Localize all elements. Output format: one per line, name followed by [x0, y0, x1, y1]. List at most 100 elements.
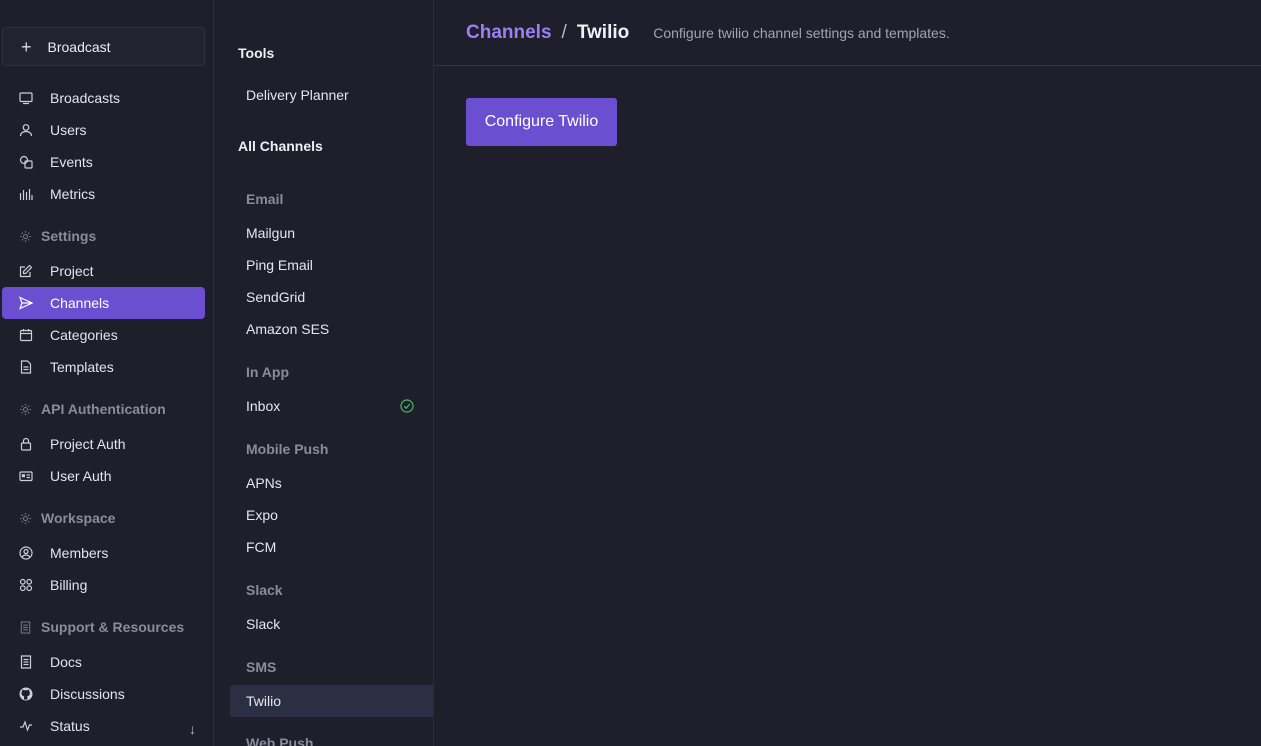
document-icon — [19, 620, 32, 634]
page-description: Configure twilio channel settings and te… — [653, 24, 950, 41]
bar-chart-icon — [19, 187, 33, 201]
sidebar-item-label: Members — [50, 545, 109, 561]
gear-icon — [19, 230, 32, 243]
sidebar-item-label: Discussions — [50, 686, 125, 702]
lock-icon — [19, 437, 33, 451]
scroll-down-icon[interactable]: ↓ — [189, 721, 196, 737]
section-label: API Authentication — [41, 401, 166, 417]
sidebar-item-label: Docs — [50, 654, 82, 670]
sidebar-item-user-auth[interactable]: User Auth — [2, 460, 205, 492]
plus-icon: + — [21, 36, 32, 57]
events-icon — [19, 155, 33, 169]
circles-grid-icon — [19, 578, 33, 592]
send-icon — [19, 296, 33, 310]
group-mobile-push: Mobile Push — [246, 441, 329, 457]
subnav-item-expo[interactable]: Expo — [230, 499, 433, 531]
group-email: Email — [246, 191, 284, 207]
section-label: Settings — [41, 228, 97, 244]
sidebar-item-label: Metrics — [50, 186, 96, 202]
group-in-app: In App — [246, 364, 290, 380]
breadcrumb-separator: / — [561, 21, 567, 43]
subnav-item-mailgun[interactable]: Mailgun — [230, 217, 433, 249]
sidebar-item-label: Templates — [50, 359, 114, 375]
sidebar-item-label: Users — [50, 122, 87, 138]
sidebar-item-label: Channels — [50, 295, 110, 311]
subnav-item-slack[interactable]: Slack — [230, 608, 433, 640]
sidebar-item-status[interactable]: Status — [2, 710, 205, 742]
section-label: Support & Resources — [41, 619, 185, 635]
sidebar-item-billing[interactable]: Billing — [2, 569, 205, 601]
tools-heading: Tools — [238, 45, 275, 61]
app-window: + Broadcast Broadcasts Users Events Metr… — [0, 0, 1261, 746]
docs-icon — [19, 655, 33, 669]
subnav-item-sendgrid[interactable]: SendGrid — [230, 281, 433, 313]
subnav-item-fcm[interactable]: FCM — [230, 531, 433, 563]
sidebar-item-events[interactable]: Events — [2, 146, 205, 178]
new-broadcast-label: Broadcast — [47, 38, 111, 55]
main-content: Channels / Twilio Configure twilio chann… — [434, 0, 1261, 746]
section-label: Workspace — [41, 510, 116, 526]
user-circle-icon — [19, 546, 33, 560]
section-settings: Settings — [2, 220, 205, 252]
subnav-item-label: Amazon SES — [246, 321, 330, 337]
sidebar-item-project-auth[interactable]: Project Auth — [2, 428, 205, 460]
configure-twilio-button[interactable]: Configure Twilio — [466, 98, 617, 146]
page-title: Twilio — [576, 21, 630, 43]
subnav-item-amazon-ses[interactable]: Amazon SES — [230, 313, 433, 345]
sidebar-item-categories[interactable]: Categories — [2, 319, 205, 351]
id-card-icon — [19, 469, 33, 483]
check-circle-icon — [400, 399, 414, 413]
document-icon — [19, 360, 33, 374]
subnav-item-inbox[interactable]: Inbox — [230, 390, 433, 422]
subnav-item-label: Expo — [246, 507, 278, 523]
section-workspace: Workspace — [2, 502, 205, 534]
subnav-item-apns[interactable]: APNs — [230, 467, 433, 499]
subnav-item-label: Slack — [246, 616, 281, 632]
group-sms: SMS — [246, 659, 277, 675]
primary-sidebar: + Broadcast Broadcasts Users Events Metr… — [0, 0, 214, 746]
calendar-icon — [19, 328, 33, 342]
subnav-item-label: APNs — [246, 475, 282, 491]
channels-subnav: Tools Delivery Planner All Channels Emai… — [214, 0, 434, 746]
sidebar-item-channels[interactable]: Channels — [2, 287, 205, 319]
all-channels-heading: All Channels — [238, 138, 323, 154]
sidebar-item-members[interactable]: Members — [2, 537, 205, 569]
sidebar-item-label: Categories — [50, 327, 118, 343]
subnav-item-twilio[interactable]: Twilio — [230, 685, 433, 717]
activity-icon — [19, 719, 33, 733]
sidebar-item-label: User Auth — [50, 468, 112, 484]
sidebar-item-broadcasts[interactable]: Broadcasts — [2, 82, 205, 114]
sidebar-item-project[interactable]: Project — [2, 255, 205, 287]
subnav-item-label: FCM — [246, 539, 277, 555]
sidebar-item-label: Status — [50, 718, 90, 734]
sidebar-item-docs[interactable]: Docs — [2, 646, 205, 678]
page-header: Channels / Twilio Configure twilio chann… — [434, 0, 1261, 66]
sidebar-item-label: Project — [50, 263, 94, 279]
breadcrumb-channels-link[interactable]: Channels — [466, 22, 552, 44]
github-icon — [19, 687, 33, 701]
sidebar-item-label: Broadcasts — [50, 90, 121, 106]
section-support-resources: Support & Resources — [2, 611, 205, 643]
user-icon — [19, 123, 33, 137]
sidebar-item-label: Events — [50, 154, 93, 170]
subnav-item-label: Ping Email — [246, 257, 313, 273]
section-api-authentication: API Authentication — [2, 393, 205, 425]
subnav-item-label: Mailgun — [246, 225, 296, 241]
subnav-item-label: Inbox — [246, 398, 281, 414]
subnav-item-ping-email[interactable]: Ping Email — [230, 249, 433, 281]
monitor-icon — [19, 91, 33, 105]
subnav-item-label: SendGrid — [246, 289, 306, 305]
subnav-item-label: Delivery Planner — [246, 87, 349, 103]
sidebar-item-metrics[interactable]: Metrics — [2, 178, 205, 210]
subnav-item-delivery-planner[interactable]: Delivery Planner — [230, 79, 433, 111]
group-slack: Slack — [246, 582, 283, 598]
new-broadcast-button[interactable]: + Broadcast — [2, 27, 205, 66]
group-web-push: Web Push — [246, 735, 314, 746]
gear-icon — [19, 512, 32, 525]
sidebar-item-label: Project Auth — [50, 436, 126, 452]
gear-icon — [19, 403, 32, 416]
sidebar-item-users[interactable]: Users — [2, 114, 205, 146]
sidebar-item-templates[interactable]: Templates — [2, 351, 205, 383]
subnav-item-label: Twilio — [246, 693, 282, 709]
sidebar-item-discussions[interactable]: Discussions — [2, 678, 205, 710]
